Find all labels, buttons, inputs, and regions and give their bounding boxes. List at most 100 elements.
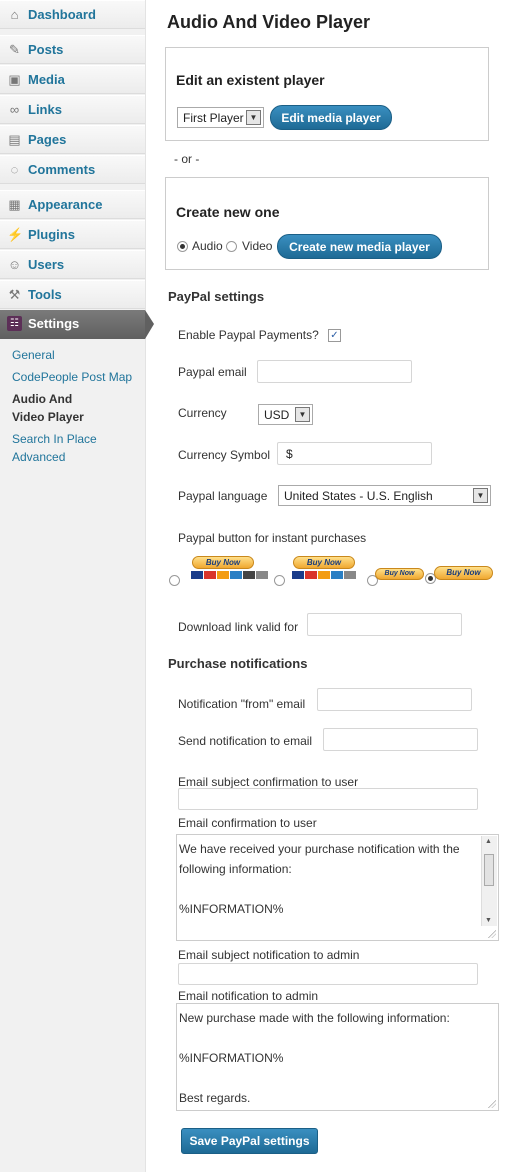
settings-icon: ☷ xyxy=(7,316,22,331)
download-link-input[interactable] xyxy=(307,613,462,636)
from-email-label: Notification "from" email xyxy=(178,697,306,711)
menu-dashboard[interactable]: ⌂ Dashboard xyxy=(0,0,145,29)
admin-subject-input[interactable] xyxy=(178,963,478,985)
menu-comments[interactable]: ◌ Comments xyxy=(0,155,145,184)
menu-label: Appearance xyxy=(28,197,103,212)
menu-pages[interactable]: ▤ Pages xyxy=(0,125,145,154)
edit-panel-title: Edit an existent player xyxy=(176,72,325,88)
menu-label: Tools xyxy=(28,287,62,302)
chevron-down-icon: ▼ xyxy=(295,407,310,422)
menu-label: Settings xyxy=(28,316,80,331)
create-media-player-button[interactable]: Create new media player xyxy=(277,234,442,259)
credit-cards-icon xyxy=(191,571,268,579)
download-link-label: Download link valid for xyxy=(178,620,299,634)
player-select-value: First Player xyxy=(183,111,244,125)
currency-select-value: USD xyxy=(264,408,290,422)
video-radio-label: Video xyxy=(242,239,273,253)
buy-now-option-1-radio[interactable] xyxy=(169,575,180,586)
submenu-codepeople-post-map[interactable]: CodePeople Post Map xyxy=(12,368,132,386)
user-subject-label: Email subject confirmation to user xyxy=(178,775,359,789)
menu-settings[interactable]: ☷ Settings xyxy=(0,310,154,339)
player-select[interactable]: First Player ▼ xyxy=(177,107,264,128)
user-email-textarea[interactable]: We have received your purchase notificat… xyxy=(176,834,499,941)
buy-now-image-3: Buy Now xyxy=(375,568,424,580)
credit-cards-icon xyxy=(292,571,356,579)
plugins-icon: ⚡ xyxy=(7,227,24,242)
menu-label: Plugins xyxy=(28,227,75,242)
from-email-input[interactable] xyxy=(317,688,472,711)
admin-subject-label: Email subject notification to admin xyxy=(178,948,360,962)
paypal-email-input[interactable] xyxy=(257,360,412,383)
admin-email-textarea[interactable]: New purchase made with the following inf… xyxy=(176,1003,499,1111)
video-radio[interactable] xyxy=(226,241,237,252)
menu-plugins[interactable]: ⚡ Plugins xyxy=(0,220,145,249)
user-email-text: We have received your purchase notificat… xyxy=(179,842,460,916)
appearance-icon: ▦ xyxy=(8,197,21,212)
save-paypal-settings-button[interactable]: Save PayPal settings xyxy=(181,1128,318,1154)
menu-users[interactable]: ☺ Users xyxy=(0,250,145,279)
resize-handle-icon[interactable] xyxy=(488,930,496,938)
media-icon: ▣ xyxy=(8,72,21,87)
currency-select[interactable]: USD ▼ xyxy=(258,404,313,425)
admin-email-text: New purchase made with the following inf… xyxy=(179,1011,450,1105)
send-to-email-input[interactable] xyxy=(323,728,478,751)
audio-radio[interactable] xyxy=(177,241,188,252)
paypal-button-label: Paypal button for instant purchases xyxy=(178,531,367,545)
textarea-scrollbar[interactable]: ▲ ▼ xyxy=(481,836,497,926)
chevron-down-icon: ▼ xyxy=(473,488,488,503)
edit-player-panel: Edit an existent player First Player ▼ E… xyxy=(165,47,489,141)
paypal-language-select[interactable]: United States - U.S. English ▼ xyxy=(278,485,491,506)
currency-symbol-input[interactable]: $ xyxy=(277,442,432,465)
buy-now-image-2: Buy Now xyxy=(293,556,355,569)
paypal-email-label: Paypal email xyxy=(178,365,247,379)
currency-symbol-label: Currency Symbol xyxy=(178,448,271,462)
page-title: Audio And Video Player xyxy=(167,12,371,32)
scroll-thumb[interactable] xyxy=(484,854,494,886)
chevron-down-icon: ▼ xyxy=(246,110,261,125)
menu-label: Media xyxy=(28,72,65,87)
scroll-up-icon[interactable]: ▲ xyxy=(485,838,492,845)
submenu-audio-video-player-line1[interactable]: Audio And xyxy=(12,390,72,408)
admin-email-label: Email notification to admin xyxy=(178,989,319,1003)
create-panel-title: Create new one xyxy=(176,204,280,220)
buy-now-options: Buy Now Buy Now Buy Now Buy Now xyxy=(168,553,498,588)
edit-media-player-button[interactable]: Edit media player xyxy=(270,105,392,130)
menu-tools[interactable]: ⚒ Tools xyxy=(0,280,145,309)
menu-label: Posts xyxy=(28,42,64,57)
menu-links[interactable]: ∞ Links xyxy=(0,95,145,124)
buy-now-image-4: Buy Now xyxy=(434,566,493,580)
buy-now-image-1: Buy Now xyxy=(192,556,254,569)
submenu-general[interactable]: General xyxy=(12,346,55,364)
submenu-audio-video-player-line2[interactable]: Video Player xyxy=(12,408,84,426)
enable-paypal-checkbox[interactable]: ✓ xyxy=(328,329,341,342)
scroll-down-icon[interactable]: ▼ xyxy=(485,917,492,924)
enable-paypal-label: Enable Paypal Payments? xyxy=(178,328,319,342)
paypal-language-value: United States - U.S. English xyxy=(284,489,433,503)
menu-label: Pages xyxy=(28,132,67,147)
menu-label: Comments xyxy=(28,162,96,177)
admin-sidebar: ⌂ Dashboard ✎ Posts ▣ Media ∞ Links ▤ Pa… xyxy=(0,0,154,1172)
create-player-panel: Create new one Audio Video Create new me… xyxy=(165,177,489,270)
menu-posts[interactable]: ✎ Posts xyxy=(0,35,145,64)
main-content: Audio And Video Player Edit an existent … xyxy=(146,0,510,1172)
tools-icon: ⚒ xyxy=(8,287,21,302)
purchase-notifications-heading: Purchase notifications xyxy=(168,656,308,671)
submenu-search-in-place[interactable]: Search In Place xyxy=(12,430,97,448)
send-to-email-label: Send notification to email xyxy=(178,734,313,748)
resize-handle-icon[interactable] xyxy=(488,1100,496,1108)
menu-label: Links xyxy=(28,102,62,117)
pages-icon: ▤ xyxy=(8,132,21,147)
user-email-label: Email confirmation to user xyxy=(178,816,317,830)
currency-label: Currency xyxy=(178,406,227,420)
menu-label: Dashboard xyxy=(28,7,96,22)
currency-symbol-value: $ xyxy=(286,447,293,461)
menu-label: Users xyxy=(28,257,65,272)
users-icon: ☺ xyxy=(7,257,22,272)
menu-media[interactable]: ▣ Media xyxy=(0,65,145,94)
user-subject-input[interactable] xyxy=(178,788,478,810)
menu-appearance[interactable]: ▦ Appearance xyxy=(0,190,145,219)
submenu-advanced[interactable]: Advanced xyxy=(12,448,65,466)
buy-now-option-2-radio[interactable] xyxy=(274,575,285,586)
pushpin-icon: ✎ xyxy=(9,42,20,57)
dashboard-icon: ⌂ xyxy=(10,7,19,22)
